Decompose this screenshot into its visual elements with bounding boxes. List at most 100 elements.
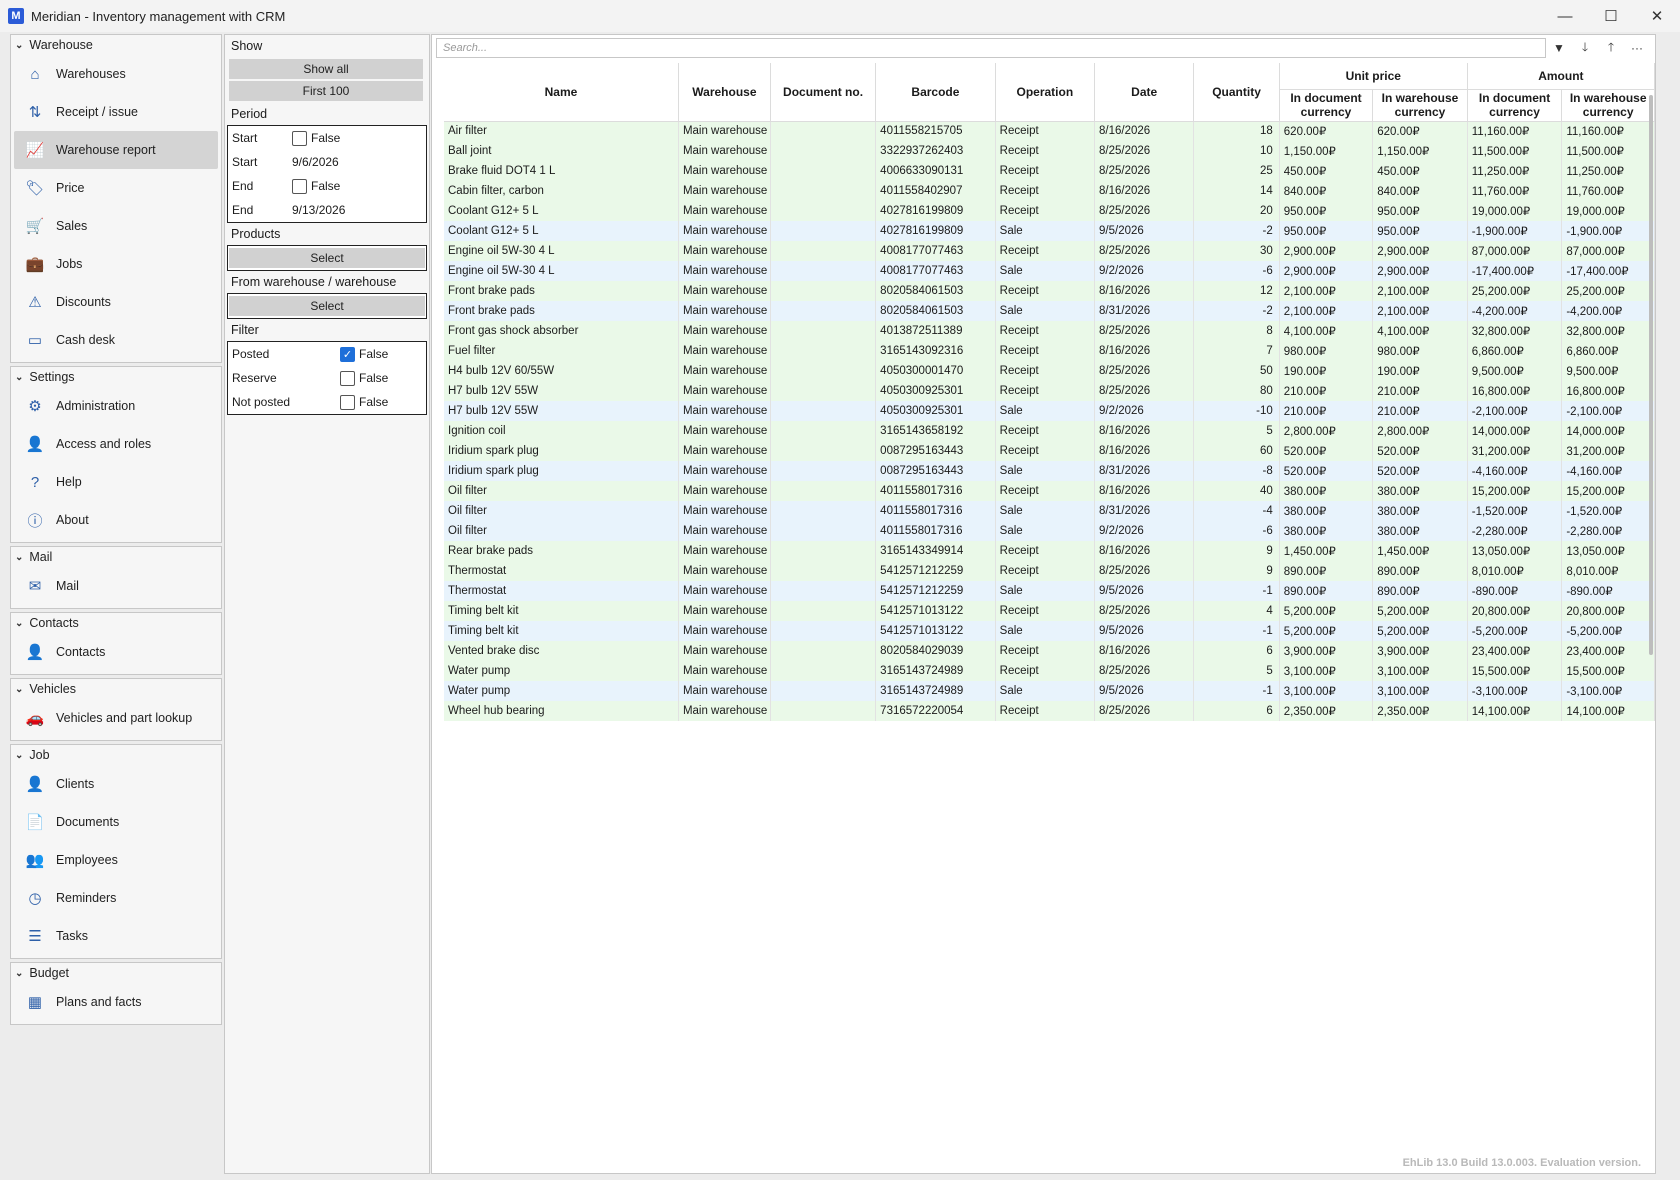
table-row[interactable]: Iridium spark plug Main warehouse 00872951… xyxy=(444,461,1655,481)
table-row[interactable]: Timing belt kit Main warehouse 54125710131… xyxy=(444,601,1655,621)
cell-unit-price-wh[interactable]: 2,350.00₽ xyxy=(1372,701,1468,721)
table-row[interactable]: Ball joint Main warehouse 3322937262403 Rec… xyxy=(444,141,1655,161)
cell-document-no[interactable] xyxy=(770,281,877,301)
period-checkbox[interactable] xyxy=(292,178,307,194)
cell-date[interactable]: 8/25/2026 xyxy=(1094,601,1195,621)
cell-barcode[interactable]: 4011558017316 xyxy=(875,521,996,541)
maximize-icon[interactable]: ☐ xyxy=(1588,0,1634,32)
cell-amount-wh[interactable]: 15,500.00₽ xyxy=(1561,661,1655,681)
cell-operation[interactable]: Receipt xyxy=(995,481,1096,501)
cell-amount-doc[interactable]: 8,010.00₽ xyxy=(1467,561,1563,581)
cell-amount-wh[interactable]: 11,250.00₽ xyxy=(1561,161,1655,181)
cell-unit-price-doc[interactable]: 890.00₽ xyxy=(1279,581,1374,601)
cell-warehouse[interactable]: Main warehouse xyxy=(678,541,771,561)
cell-unit-price-doc[interactable]: 5,200.00₽ xyxy=(1279,621,1374,641)
cell-operation[interactable]: Receipt xyxy=(995,161,1096,181)
cell-quantity[interactable]: 4 xyxy=(1193,601,1280,621)
cell-amount-doc[interactable]: 11,500.00₽ xyxy=(1467,141,1563,161)
cell-unit-price-wh[interactable]: 890.00₽ xyxy=(1372,581,1468,601)
cell-operation[interactable]: Receipt xyxy=(995,661,1096,681)
cell-operation[interactable]: Sale xyxy=(995,581,1096,601)
cell-quantity[interactable]: -1 xyxy=(1193,681,1280,701)
table-row[interactable]: Timing belt kit Main warehouse 54125710131… xyxy=(444,621,1655,641)
cell-unit-price-doc[interactable]: 3,100.00₽ xyxy=(1279,661,1374,681)
cell-operation[interactable]: Receipt xyxy=(995,281,1096,301)
cell-date[interactable]: 9/5/2026 xyxy=(1094,221,1195,241)
warehouse-select-button[interactable]: Select xyxy=(229,296,425,316)
cell-warehouse[interactable]: Main warehouse xyxy=(678,261,771,281)
cell-document-no[interactable] xyxy=(770,621,877,641)
chevron-collapse-icon[interactable]: ⌄ xyxy=(15,750,23,761)
table-row[interactable]: Vented brake disc Main warehouse 802058402… xyxy=(444,641,1655,661)
cell-quantity[interactable]: -4 xyxy=(1193,501,1280,521)
cell-amount-wh[interactable]: -4,160.00₽ xyxy=(1561,461,1655,481)
cell-amount-doc[interactable]: 11,760.00₽ xyxy=(1467,181,1563,201)
cell-quantity[interactable]: 6 xyxy=(1193,641,1280,661)
cell-barcode[interactable]: 4011558017316 xyxy=(875,481,996,501)
cell-date[interactable]: 9/5/2026 xyxy=(1094,681,1195,701)
sidebar-group-header[interactable]: ⌄ Contacts xyxy=(11,613,221,633)
cell-unit-price-doc[interactable]: 520.00₽ xyxy=(1279,441,1374,461)
cell-document-no[interactable] xyxy=(770,661,877,681)
table-row[interactable]: Coolant G12+ 5 L Main warehouse 4027816199… xyxy=(444,221,1655,241)
cell-amount-wh[interactable]: 9,500.00₽ xyxy=(1561,361,1655,381)
cell-name[interactable]: H7 bulb 12V 55W xyxy=(444,381,679,401)
cell-warehouse[interactable]: Main warehouse xyxy=(678,401,771,421)
cell-date[interactable]: 8/16/2026 xyxy=(1094,481,1195,501)
table-row[interactable]: Cabin filter, carbon Main warehouse 401155… xyxy=(444,181,1655,201)
cell-name[interactable]: Fuel filter xyxy=(444,341,679,361)
cell-barcode[interactable]: 4013872511389 xyxy=(875,321,996,341)
cell-amount-wh[interactable]: -17,400.00₽ xyxy=(1561,261,1655,281)
header-unit-price-wh[interactable]: In warehouse currency xyxy=(1372,89,1468,122)
cell-unit-price-doc[interactable]: 450.00₽ xyxy=(1279,161,1374,181)
cell-barcode[interactable]: 0087295163443 xyxy=(875,461,996,481)
cell-amount-doc[interactable]: 15,200.00₽ xyxy=(1467,481,1563,501)
cell-operation[interactable]: Receipt xyxy=(995,421,1096,441)
table-row[interactable]: Brake fluid DOT4 1 L Main warehouse 400663… xyxy=(444,161,1655,181)
cell-name[interactable]: Front gas shock absorber xyxy=(444,321,679,341)
cell-document-no[interactable] xyxy=(770,481,877,501)
cell-operation[interactable]: Receipt xyxy=(995,141,1096,161)
table-row[interactable]: Oil filter Main warehouse 4011558017316 Sal… xyxy=(444,521,1655,541)
cell-name[interactable]: Front brake pads xyxy=(444,301,679,321)
cell-document-no[interactable] xyxy=(770,701,877,721)
search-input[interactable]: Search... xyxy=(436,38,1546,58)
cell-quantity[interactable]: 14 xyxy=(1193,181,1280,201)
cell-quantity[interactable]: -1 xyxy=(1193,621,1280,641)
header-operation[interactable]: Operation xyxy=(995,63,1096,122)
table-row[interactable]: Rear brake pads Main warehouse 31651433499… xyxy=(444,541,1655,561)
sidebar-item[interactable]: 🚗 Vehicles and part lookup xyxy=(14,699,218,737)
cell-document-no[interactable] xyxy=(770,681,877,701)
cell-unit-price-wh[interactable]: 950.00₽ xyxy=(1372,221,1468,241)
cell-unit-price-doc[interactable]: 380.00₽ xyxy=(1279,481,1374,501)
cell-unit-price-doc[interactable]: 2,100.00₽ xyxy=(1279,301,1374,321)
cell-date[interactable]: 8/25/2026 xyxy=(1094,321,1195,341)
sidebar-item[interactable]: ⚙ Administration xyxy=(14,387,218,425)
cell-amount-doc[interactable]: 6,860.00₽ xyxy=(1467,341,1563,361)
cell-amount-wh[interactable]: 16,800.00₽ xyxy=(1561,381,1655,401)
cell-amount-doc[interactable]: 15,500.00₽ xyxy=(1467,661,1563,681)
cell-amount-doc[interactable]: 11,160.00₽ xyxy=(1467,121,1563,141)
cell-amount-doc[interactable]: 87,000.00₽ xyxy=(1467,241,1563,261)
cell-unit-price-wh[interactable]: 980.00₽ xyxy=(1372,341,1468,361)
table-row[interactable]: Oil filter Main warehouse 4011558017316 Sal… xyxy=(444,501,1655,521)
cell-operation[interactable]: Receipt xyxy=(995,201,1096,221)
cell-amount-wh[interactable]: 11,760.00₽ xyxy=(1561,181,1655,201)
sidebar-item[interactable]: ☰ Tasks xyxy=(14,917,218,955)
cell-document-no[interactable] xyxy=(770,321,877,341)
cell-barcode[interactable]: 4011558215705 xyxy=(875,121,996,141)
cell-operation[interactable]: Sale xyxy=(995,221,1096,241)
cell-warehouse[interactable]: Main warehouse xyxy=(678,661,771,681)
cell-name[interactable]: Air filter xyxy=(444,121,679,141)
filter-checkbox[interactable]: ✓ xyxy=(340,346,355,362)
sidebar-item[interactable]: 🛒 Sales xyxy=(14,207,218,245)
cell-operation[interactable]: Receipt xyxy=(995,361,1096,381)
sort-up-icon[interactable]: 🡑 xyxy=(1598,38,1624,59)
table-row[interactable]: Thermostat Main warehouse 5412571212259 Rec… xyxy=(444,561,1655,581)
cell-quantity[interactable]: 10 xyxy=(1193,141,1280,161)
cell-operation[interactable]: Sale xyxy=(995,681,1096,701)
cell-document-no[interactable] xyxy=(770,401,877,421)
cell-document-no[interactable] xyxy=(770,301,877,321)
cell-barcode[interactable]: 5412571212259 xyxy=(875,581,996,601)
cell-amount-wh[interactable]: 15,200.00₽ xyxy=(1561,481,1655,501)
